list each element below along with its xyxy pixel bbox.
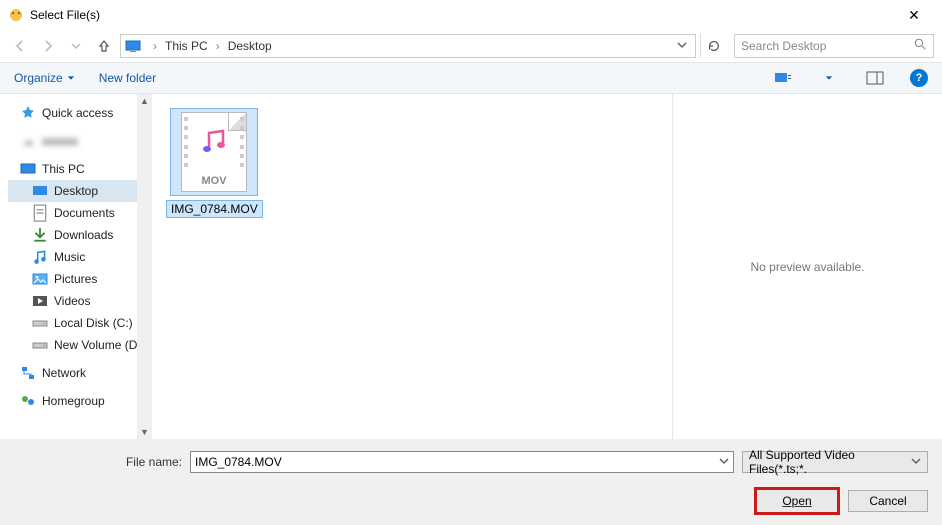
homegroup-icon bbox=[20, 394, 36, 408]
file-list[interactable]: MOV IMG_0784.MOV bbox=[152, 94, 672, 439]
breadcrumb-this-pc[interactable]: This PC bbox=[165, 39, 208, 53]
network-icon bbox=[20, 366, 36, 380]
sidebar-desktop[interactable]: Desktop bbox=[8, 180, 152, 202]
preview-pane: No preview available. bbox=[672, 94, 942, 439]
back-button[interactable] bbox=[8, 34, 32, 58]
chevron-right-icon: › bbox=[153, 39, 157, 53]
address-dropdown[interactable] bbox=[673, 39, 691, 53]
sidebar-homegroup[interactable]: Homegroup bbox=[8, 390, 152, 412]
sidebar-local-disk[interactable]: Local Disk (C:) bbox=[8, 312, 152, 334]
view-dropdown[interactable] bbox=[818, 68, 840, 88]
videos-icon bbox=[32, 294, 48, 308]
content-area: MOV IMG_0784.MOV No preview available. bbox=[152, 94, 942, 439]
sidebar-videos[interactable]: Videos bbox=[8, 290, 152, 312]
footer: File name: IMG_0784.MOV All Supported Vi… bbox=[0, 439, 942, 525]
sidebar-scrollbar[interactable]: ▲ ▼ bbox=[137, 94, 152, 439]
file-name-input[interactable]: IMG_0784.MOV bbox=[190, 451, 734, 473]
scroll-down-icon: ▼ bbox=[140, 427, 149, 437]
main: Quick access ☁ xxxxxx This PC Desktop Do… bbox=[0, 94, 942, 439]
sidebar-documents[interactable]: Documents bbox=[8, 202, 152, 224]
file-item[interactable]: MOV IMG_0784.MOV bbox=[166, 108, 262, 218]
filter-dropdown-icon bbox=[911, 455, 921, 469]
desktop-icon bbox=[32, 184, 48, 198]
toolbar: Organize New folder ? bbox=[0, 62, 942, 94]
drive-icon bbox=[32, 338, 48, 352]
open-label: Open bbox=[782, 494, 811, 508]
filename-dropdown[interactable] bbox=[719, 455, 729, 469]
organize-label: Organize bbox=[14, 71, 63, 85]
cancel-label: Cancel bbox=[869, 494, 906, 508]
sidebar-music[interactable]: Music bbox=[8, 246, 152, 268]
sidebar-downloads[interactable]: Downloads bbox=[8, 224, 152, 246]
drive-icon bbox=[32, 316, 48, 330]
file-type-filter[interactable]: All Supported Video Files(*.ts;*. bbox=[742, 451, 928, 473]
search-icon bbox=[914, 38, 927, 54]
preview-empty-text: No preview available. bbox=[750, 260, 864, 274]
scroll-up-icon: ▲ bbox=[140, 96, 149, 106]
downloads-icon bbox=[32, 228, 48, 242]
pictures-icon bbox=[32, 272, 48, 286]
file-thumbnail: MOV bbox=[170, 108, 258, 196]
address-bar[interactable]: › This PC › Desktop bbox=[120, 34, 696, 58]
caret-down-icon bbox=[67, 74, 75, 82]
file-badge: MOV bbox=[182, 175, 246, 187]
up-button[interactable] bbox=[92, 34, 116, 58]
refresh-button[interactable] bbox=[700, 34, 726, 58]
close-button[interactable]: ✕ bbox=[894, 7, 934, 24]
file-name-value: IMG_0784.MOV bbox=[195, 455, 282, 469]
new-folder-button[interactable]: New folder bbox=[99, 71, 156, 85]
sidebar-quick-access[interactable]: Quick access bbox=[8, 102, 152, 124]
recent-locations-dropdown[interactable] bbox=[64, 34, 88, 58]
sidebar-pictures[interactable]: Pictures bbox=[8, 268, 152, 290]
sidebar-new-volume[interactable]: New Volume (D:) bbox=[8, 334, 152, 356]
star-icon bbox=[20, 106, 36, 120]
titlebar: Select File(s) ✕ bbox=[0, 0, 942, 30]
open-button[interactable]: Open bbox=[754, 487, 840, 515]
sidebar: Quick access ☁ xxxxxx This PC Desktop Do… bbox=[0, 94, 152, 439]
chevron-right-icon: › bbox=[216, 39, 220, 53]
cloud-icon: ☁ bbox=[20, 134, 36, 148]
this-pc-icon bbox=[125, 40, 141, 52]
app-icon bbox=[8, 7, 24, 23]
music-icon bbox=[32, 250, 48, 264]
cancel-button[interactable]: Cancel bbox=[848, 490, 928, 512]
new-folder-label: New folder bbox=[99, 71, 156, 85]
file-name-label: File name: bbox=[14, 455, 182, 469]
forward-button[interactable] bbox=[36, 34, 60, 58]
sidebar-this-pc[interactable]: This PC bbox=[8, 158, 152, 180]
window-title: Select File(s) bbox=[30, 8, 894, 22]
view-mode-button[interactable] bbox=[772, 68, 794, 88]
filter-label: All Supported Video Files(*.ts;*. bbox=[749, 448, 911, 476]
help-button[interactable]: ? bbox=[910, 69, 928, 87]
file-name: IMG_0784.MOV bbox=[166, 200, 263, 218]
music-note-icon bbox=[198, 127, 228, 157]
this-pc-icon bbox=[20, 162, 36, 176]
sidebar-cloud-item[interactable]: ☁ xxxxxx bbox=[8, 130, 152, 152]
breadcrumb-desktop[interactable]: Desktop bbox=[228, 39, 272, 53]
documents-icon bbox=[32, 206, 48, 220]
preview-pane-button[interactable] bbox=[864, 68, 886, 88]
sidebar-network[interactable]: Network bbox=[8, 362, 152, 384]
search-input[interactable]: Search Desktop bbox=[734, 34, 934, 58]
search-placeholder: Search Desktop bbox=[741, 39, 826, 53]
organize-button[interactable]: Organize bbox=[14, 71, 75, 85]
navbar: › This PC › Desktop Search Desktop bbox=[0, 30, 942, 62]
